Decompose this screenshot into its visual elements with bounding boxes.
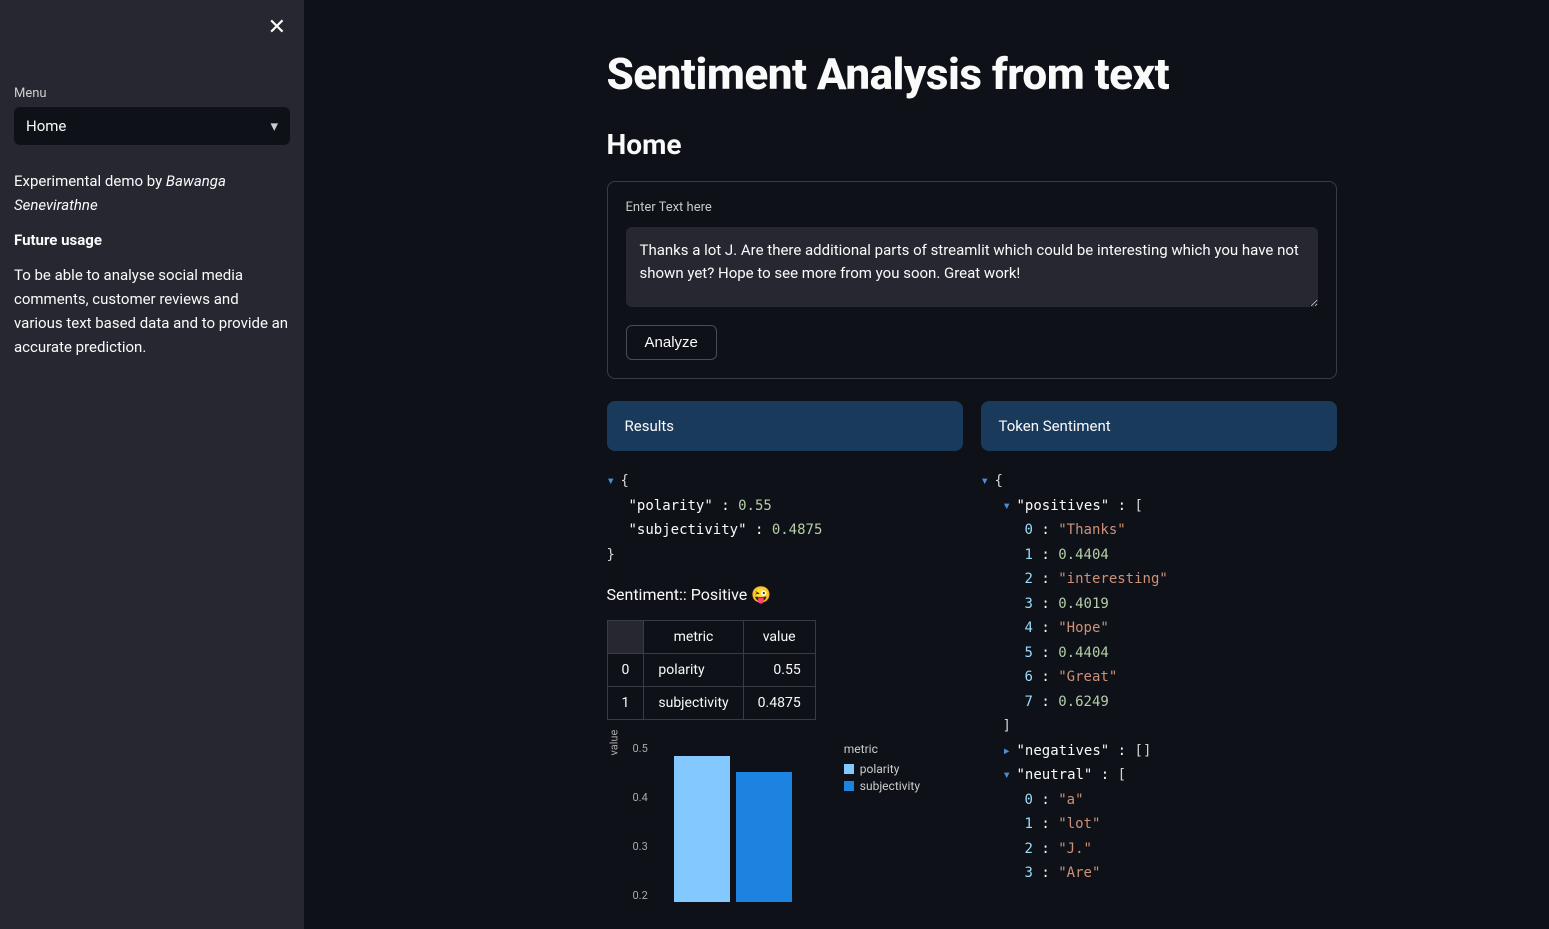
close-icon[interactable]: ✕ bbox=[268, 14, 286, 40]
chart-yticks: 0.5 0.4 0.3 0.2 bbox=[633, 742, 654, 902]
metrics-table: metric value 0 polarity 0.55 1 subjectiv… bbox=[607, 620, 816, 720]
menu-select-value: Home bbox=[26, 117, 66, 135]
results-column: Results ▾{ "polarity" : 0.55 "subjectivi… bbox=[607, 401, 963, 904]
table-header-row: metric value bbox=[607, 621, 815, 654]
analyze-button[interactable]: Analyze bbox=[626, 325, 717, 360]
input-label: Enter Text here bbox=[626, 200, 1318, 215]
caret-down-icon[interactable]: ▾ bbox=[981, 469, 995, 494]
table-row: 0 polarity 0.55 bbox=[607, 654, 815, 687]
chart-ylabel: value bbox=[607, 742, 620, 756]
token-banner: Token Sentiment bbox=[981, 401, 1337, 451]
table-row: 1 subjectivity 0.4875 bbox=[607, 687, 815, 720]
future-heading: Future usage bbox=[14, 231, 290, 249]
caret-down-icon[interactable]: ▾ bbox=[1003, 494, 1017, 519]
results-banner: Results bbox=[607, 401, 963, 451]
menu-select[interactable]: Home ▾ bbox=[14, 107, 290, 145]
bar-chart[interactable]: value 0.5 0.4 0.3 0.2 metric polarity bbox=[607, 742, 963, 902]
future-body: To be able to analyse social media comme… bbox=[14, 263, 290, 359]
results-json[interactable]: ▾{ "polarity" : 0.55 "subjectivity" : 0.… bbox=[607, 469, 963, 567]
page-title: Sentiment Analysis from text bbox=[607, 48, 1337, 100]
chevron-down-icon: ▾ bbox=[270, 117, 278, 135]
bar-subjectivity bbox=[736, 772, 792, 902]
text-input[interactable] bbox=[626, 227, 1318, 307]
main: Sentiment Analysis from text Home Enter … bbox=[304, 0, 1549, 929]
sidebar: ✕ Menu Home ▾ Experimental demo by Bawan… bbox=[0, 0, 304, 929]
caret-down-icon[interactable]: ▾ bbox=[607, 469, 621, 494]
input-block: Enter Text here Analyze bbox=[607, 181, 1337, 379]
token-json[interactable]: ▾{ ▾"positives" : [ 0 : "Thanks" 1 : 0.4… bbox=[981, 469, 1337, 886]
caret-right-icon[interactable]: ▸ bbox=[1003, 739, 1017, 764]
sentiment-line: Sentiment:: Positive 😜 bbox=[607, 585, 963, 604]
token-column: Token Sentiment ▾{ ▾"positives" : [ 0 : … bbox=[981, 401, 1337, 904]
demo-byline: Experimental demo by Bawanga Senevirathn… bbox=[14, 169, 290, 217]
menu-label: Menu bbox=[14, 86, 290, 101]
bar-polarity bbox=[674, 756, 730, 902]
caret-down-icon[interactable]: ▾ bbox=[1003, 763, 1017, 788]
chart-legend: metric polarity subjectivity bbox=[844, 742, 920, 796]
page-subtitle: Home bbox=[607, 128, 1337, 161]
